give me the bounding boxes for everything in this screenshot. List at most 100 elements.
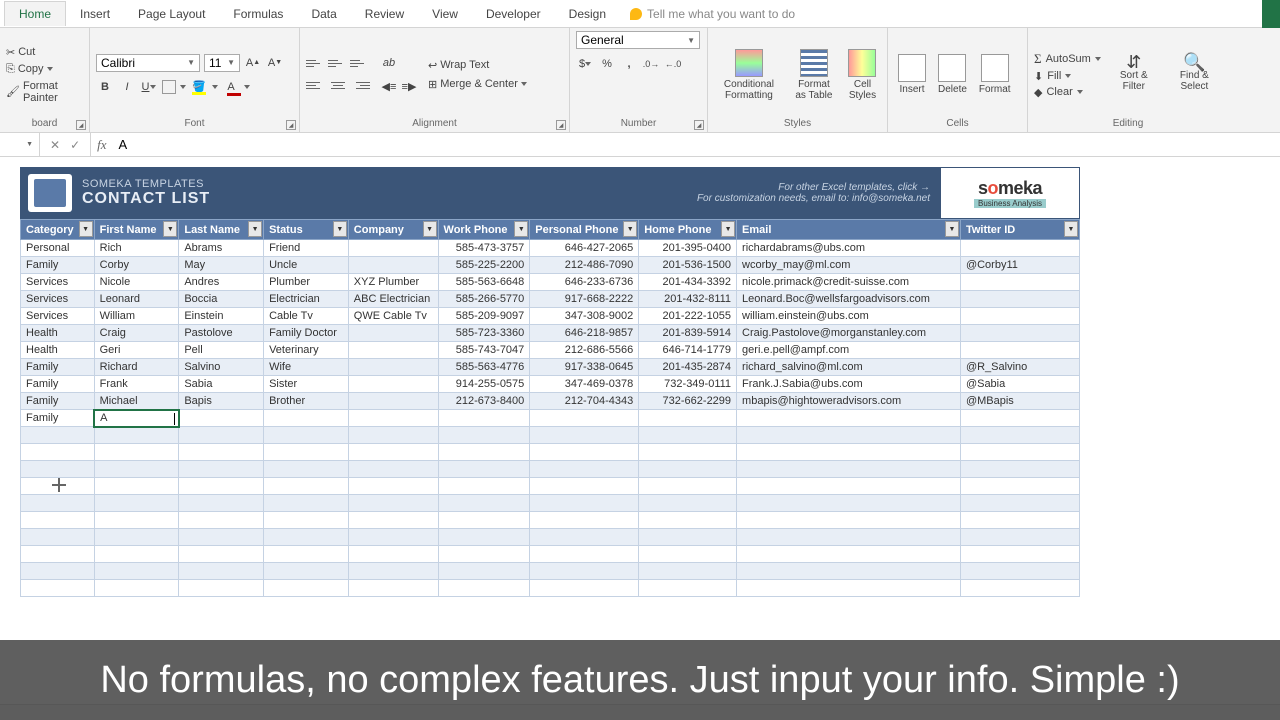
- table-cell[interactable]: [737, 444, 961, 461]
- filter-button[interactable]: ▼: [623, 221, 637, 237]
- column-header[interactable]: Company▼: [348, 220, 438, 240]
- table-cell[interactable]: [960, 478, 1079, 495]
- table-cell[interactable]: richardabrams@ubs.com: [737, 240, 961, 257]
- conditional-formatting-button[interactable]: Conditional Formatting: [714, 49, 784, 101]
- table-cell[interactable]: [438, 546, 530, 563]
- underline-button[interactable]: U: [140, 78, 158, 96]
- table-cell[interactable]: [639, 512, 737, 529]
- filter-button[interactable]: ▼: [248, 221, 262, 237]
- table-cell[interactable]: 585-225-2200: [438, 257, 530, 274]
- table-cell[interactable]: Health: [21, 342, 95, 359]
- table-cell[interactable]: [530, 512, 639, 529]
- column-header[interactable]: Twitter ID▼: [960, 220, 1079, 240]
- table-cell[interactable]: [530, 546, 639, 563]
- comma-button[interactable]: ,: [620, 55, 638, 73]
- table-cell[interactable]: [960, 342, 1079, 359]
- table-cell[interactable]: [438, 563, 530, 580]
- table-cell[interactable]: [348, 257, 438, 274]
- confirm-entry-button[interactable]: ✓: [70, 138, 80, 152]
- table-cell[interactable]: [438, 427, 530, 444]
- table-cell[interactable]: [179, 512, 264, 529]
- table-row[interactable]: HealthCraigPastoloveFamily Doctor585-723…: [21, 325, 1080, 342]
- table-cell[interactable]: [639, 563, 737, 580]
- table-cell[interactable]: [438, 461, 530, 478]
- column-header[interactable]: Email▼: [737, 220, 961, 240]
- table-cell[interactable]: [960, 444, 1079, 461]
- increase-decimal-button[interactable]: .0→: [642, 55, 660, 73]
- tab-page-layout[interactable]: Page Layout: [124, 2, 219, 26]
- table-cell[interactable]: [179, 410, 264, 427]
- table-cell[interactable]: Craig.Pastolove@morganstanley.com: [737, 325, 961, 342]
- column-header[interactable]: Last Name▼: [179, 220, 264, 240]
- table-row[interactable]: [21, 461, 1080, 478]
- cut-button[interactable]: ✂Cut: [6, 46, 83, 59]
- table-cell[interactable]: 585-563-6648: [438, 274, 530, 291]
- table-cell[interactable]: [960, 563, 1079, 580]
- table-cell[interactable]: [179, 580, 264, 597]
- alignment-dialog-launcher[interactable]: ◢: [556, 120, 566, 130]
- table-cell[interactable]: [21, 529, 95, 546]
- column-header[interactable]: Work Phone▼: [438, 220, 530, 240]
- table-cell[interactable]: QWE Cable Tv: [348, 308, 438, 325]
- table-cell[interactable]: Abrams: [179, 240, 264, 257]
- table-cell[interactable]: [264, 444, 349, 461]
- table-cell[interactable]: [960, 461, 1079, 478]
- table-cell[interactable]: [530, 444, 639, 461]
- table-cell[interactable]: [94, 512, 179, 529]
- format-as-table-button[interactable]: Format as Table: [788, 49, 840, 101]
- table-cell[interactable]: 917-338-0645: [530, 359, 639, 376]
- table-cell[interactable]: Pell: [179, 342, 264, 359]
- table-cell[interactable]: Corby: [94, 257, 179, 274]
- table-row[interactable]: [21, 546, 1080, 563]
- table-cell[interactable]: Brother: [264, 393, 349, 410]
- fill-button[interactable]: ⬇Fill: [1034, 70, 1101, 83]
- table-row[interactable]: [21, 512, 1080, 529]
- font-color-button[interactable]: A: [222, 78, 240, 96]
- tab-review[interactable]: Review: [351, 2, 418, 26]
- table-cell[interactable]: Leonard: [94, 291, 179, 308]
- table-cell[interactable]: [179, 529, 264, 546]
- table-cell[interactable]: [264, 580, 349, 597]
- table-cell[interactable]: A: [94, 410, 179, 427]
- table-cell[interactable]: Richard: [94, 359, 179, 376]
- filter-button[interactable]: ▼: [333, 221, 347, 237]
- tab-formulas[interactable]: Formulas: [219, 2, 297, 26]
- table-cell[interactable]: [960, 240, 1079, 257]
- contact-table[interactable]: Category▼First Name▼Last Name▼Status▼Com…: [20, 219, 1080, 597]
- table-cell[interactable]: [179, 563, 264, 580]
- table-cell[interactable]: 585-743-7047: [438, 342, 530, 359]
- table-cell[interactable]: [960, 495, 1079, 512]
- table-row[interactable]: ServicesLeonardBocciaElectricianABC Elec…: [21, 291, 1080, 308]
- table-cell[interactable]: nicole.primack@credit-suisse.com: [737, 274, 961, 291]
- table-cell[interactable]: Salvino: [179, 359, 264, 376]
- table-cell[interactable]: [530, 461, 639, 478]
- table-cell[interactable]: 646-427-2065: [530, 240, 639, 257]
- autosum-button[interactable]: ΣAutoSum: [1034, 51, 1101, 67]
- tab-view[interactable]: View: [418, 2, 472, 26]
- table-cell[interactable]: [348, 325, 438, 342]
- table-cell[interactable]: [438, 512, 530, 529]
- table-cell[interactable]: Friend: [264, 240, 349, 257]
- table-cell[interactable]: [737, 546, 961, 563]
- table-cell[interactable]: [348, 529, 438, 546]
- table-cell[interactable]: [737, 495, 961, 512]
- table-cell[interactable]: [737, 563, 961, 580]
- table-cell[interactable]: [348, 461, 438, 478]
- table-row[interactable]: ServicesWilliamEinsteinCable TvQWE Cable…: [21, 308, 1080, 325]
- table-cell[interactable]: 212-686-5566: [530, 342, 639, 359]
- table-cell[interactable]: [264, 512, 349, 529]
- table-cell[interactable]: [21, 512, 95, 529]
- decrease-indent-button[interactable]: ◀≡: [380, 78, 398, 96]
- table-row[interactable]: FamilyCorbyMayUncle585-225-2200212-486-7…: [21, 257, 1080, 274]
- table-row[interactable]: FamilyMichaelBapisBrother212-673-8400212…: [21, 393, 1080, 410]
- decrease-font-button[interactable]: A▼: [266, 54, 284, 72]
- table-cell[interactable]: 585-563-4776: [438, 359, 530, 376]
- merge-center-button[interactable]: ⊞Merge & Center: [428, 78, 527, 91]
- table-cell[interactable]: [960, 546, 1079, 563]
- tab-design[interactable]: Design: [555, 2, 620, 26]
- table-cell[interactable]: Cable Tv: [264, 308, 349, 325]
- table-cell[interactable]: [264, 461, 349, 478]
- cancel-entry-button[interactable]: ✕: [50, 138, 60, 152]
- insert-cells-button[interactable]: Insert: [894, 54, 930, 95]
- table-cell[interactable]: [737, 580, 961, 597]
